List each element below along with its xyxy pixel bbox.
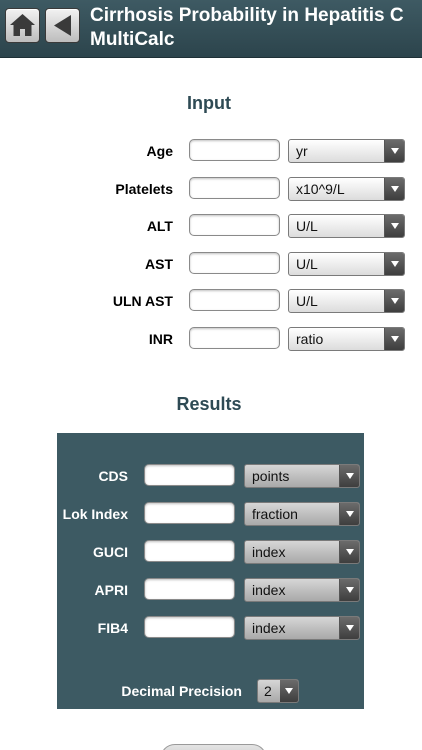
lok-index-output[interactable] [144, 502, 235, 524]
ast-unit-select[interactable]: U/L [288, 252, 405, 276]
result-label: Lok Index [62, 506, 128, 522]
back-arrow-icon [54, 15, 71, 36]
header-bar: Cirrhosis Probability in Hepatitis C Mul… [0, 0, 422, 58]
inr-unit-select[interactable]: ratio [288, 327, 405, 351]
input-row-inr: INR ratio [0, 327, 422, 351]
chevron-down-icon [339, 503, 359, 525]
result-label: APRI [94, 582, 128, 598]
unit-value: points [252, 468, 290, 484]
input-label: INR [148, 331, 173, 347]
unit-value: yr [296, 143, 308, 159]
cds-unit-select[interactable]: points [244, 464, 360, 488]
unit-value: U/L [296, 218, 318, 234]
precision-value: 2 [264, 683, 272, 699]
unit-value: x10^9/L [296, 181, 345, 197]
result-row-guci: GUCI index [57, 540, 364, 564]
home-icon [10, 14, 35, 36]
chevron-down-icon [339, 465, 359, 487]
input-label: ULN AST [112, 293, 173, 309]
fib4-output[interactable] [144, 616, 235, 638]
home-button[interactable] [5, 8, 40, 43]
unit-value: index [252, 582, 286, 598]
platelets-unit-select[interactable]: x10^9/L [288, 177, 405, 201]
decimal-precision-label: Decimal Precision [121, 683, 242, 699]
uln-ast-unit-select[interactable]: U/L [288, 289, 405, 313]
result-row-fib4: FIB4 index [57, 616, 364, 640]
chevron-down-icon [384, 328, 404, 350]
unit-value: ratio [296, 331, 324, 347]
result-row-lok-index: Lok Index fraction [57, 502, 364, 526]
chevron-down-icon [339, 617, 359, 639]
age-input[interactable] [189, 139, 280, 161]
input-section-title: Input [187, 93, 231, 113]
input-label: ALT [146, 218, 173, 234]
unit-value: U/L [296, 256, 318, 272]
results-panel: CDS points Lok Index fraction GUCI index… [57, 433, 364, 709]
unit-value: U/L [296, 293, 318, 309]
inr-input[interactable] [189, 327, 280, 349]
input-label: Platelets [115, 181, 173, 197]
input-row-uln-ast: ULN AST U/L [0, 289, 422, 313]
unit-value: index [252, 620, 286, 636]
chevron-down-icon [384, 178, 404, 200]
chevron-down-icon [339, 541, 359, 563]
apri-output[interactable] [144, 578, 235, 600]
guci-output[interactable] [144, 540, 235, 562]
uln-ast-input[interactable] [189, 289, 280, 311]
chevron-down-icon [384, 253, 404, 275]
fib4-unit-select[interactable]: index [244, 616, 360, 640]
platelets-input[interactable] [189, 177, 280, 199]
ast-input[interactable] [189, 252, 280, 274]
page-title: Cirrhosis Probability in Hepatitis C Mul… [90, 5, 404, 50]
apri-unit-select[interactable]: index [244, 578, 360, 602]
result-row-apri: APRI index [57, 578, 364, 602]
age-unit-select[interactable]: yr [288, 139, 405, 163]
chevron-down-icon [280, 680, 298, 702]
input-row-ast: AST U/L [0, 252, 422, 276]
input-row-platelets: Platelets x10^9/L [0, 177, 422, 201]
result-label: CDS [98, 468, 128, 484]
chevron-down-icon [339, 579, 359, 601]
chevron-down-icon [384, 140, 404, 162]
lok-index-unit-select[interactable]: fraction [244, 502, 360, 526]
chevron-down-icon [384, 215, 404, 237]
input-row-age: Age yr [0, 139, 422, 163]
results-section-title: Results [176, 394, 242, 414]
unit-value: fraction [252, 506, 298, 522]
unit-value: index [252, 544, 286, 560]
cds-output[interactable] [144, 464, 235, 486]
chevron-down-icon [384, 290, 404, 312]
result-label: FIB4 [97, 620, 128, 636]
input-label: Age [146, 143, 173, 159]
result-row-cds: CDS points [57, 464, 364, 488]
bottom-button[interactable] [160, 744, 267, 750]
decimal-precision-select[interactable]: 2 [257, 679, 299, 703]
result-label: GUCI [93, 544, 128, 560]
alt-unit-select[interactable]: U/L [288, 214, 405, 238]
alt-input[interactable] [189, 214, 280, 236]
back-button[interactable] [45, 8, 80, 43]
guci-unit-select[interactable]: index [244, 540, 360, 564]
input-label: AST [145, 256, 173, 272]
input-row-alt: ALT U/L [0, 214, 422, 238]
